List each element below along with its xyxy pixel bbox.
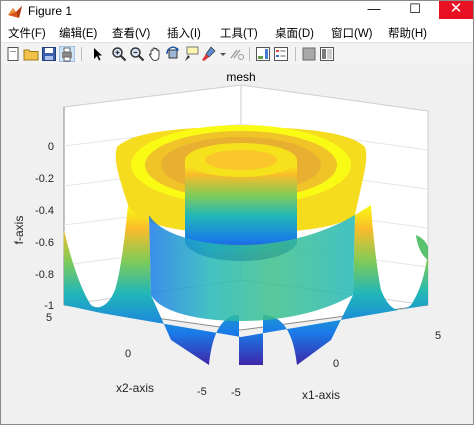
z-tick-label: -0.4	[35, 205, 54, 217]
open-file-icon[interactable]	[23, 46, 39, 62]
menu-file[interactable]: 文件(F)	[8, 25, 46, 41]
x1-axis-label: x1-axis	[302, 388, 340, 402]
new-figure-icon[interactable]	[5, 46, 21, 62]
edit-plot-arrow-icon[interactable]	[89, 46, 105, 62]
close-button[interactable]: ✕	[439, 1, 473, 19]
x1-tick-label: -5	[231, 387, 241, 399]
z-tick-label: -0.6	[35, 237, 54, 249]
z-axis-ticks: 0 -0.2 -0.4 -0.6 -0.8 -1	[35, 141, 54, 312]
figure-window: Figure 1 — ☐ ✕ 文件(F) 编辑(E) 查看(V) 插入(I) 工…	[0, 0, 474, 425]
hide-plot-tools-icon[interactable]	[301, 46, 317, 62]
x1-tick-label: 0	[333, 358, 339, 370]
menu-bar: 文件(F) 编辑(E) 查看(V) 插入(I) 工具(T) 桌面(D) 窗口(W…	[1, 23, 473, 43]
minimize-button[interactable]: —	[357, 1, 391, 19]
x2-tick-label: 5	[46, 312, 52, 324]
toolbar-separator	[249, 47, 250, 61]
data-cursor-icon[interactable]	[183, 46, 199, 62]
menu-tools[interactable]: 工具(T)	[220, 25, 258, 41]
toolbar-separator	[295, 47, 296, 61]
window-title: Figure 1	[28, 4, 73, 18]
print-icon[interactable]	[59, 46, 75, 62]
x1-tick-label: 5	[435, 330, 441, 342]
surface-plot[interactable]: mesh 0 -0.2 -0.4 -0.6 -0.8 -1 f-axis 5 0…	[1, 65, 473, 424]
z-tick-label: 0	[48, 141, 54, 153]
chart-title: mesh	[226, 70, 255, 84]
z-tick-label: -0.8	[35, 269, 54, 281]
z-axis-label: f-axis	[12, 216, 26, 245]
title-bar[interactable]: Figure 1 — ☐ ✕	[1, 1, 473, 23]
plot-area: mesh 0 -0.2 -0.4 -0.6 -0.8 -1 f-axis 5 0…	[1, 65, 473, 424]
x2-axis-label: x2-axis	[116, 381, 154, 395]
x2-tick-label: -5	[197, 386, 207, 398]
toolbar-separator	[81, 47, 82, 61]
zoom-out-icon[interactable]	[129, 46, 145, 62]
matlab-logo-icon	[8, 6, 22, 18]
figure-toolbar	[1, 43, 473, 66]
link-plot-icon[interactable]	[229, 46, 245, 62]
maximize-button[interactable]: ☐	[398, 1, 432, 19]
x2-tick-label: 0	[125, 348, 131, 360]
menu-window[interactable]: 窗口(W)	[331, 25, 373, 41]
menu-edit[interactable]: 编辑(E)	[59, 25, 97, 41]
insert-legend-icon[interactable]	[273, 46, 289, 62]
show-plot-tools-icon[interactable]	[319, 46, 335, 62]
save-icon[interactable]	[41, 46, 57, 62]
pan-hand-icon[interactable]	[147, 46, 163, 62]
menu-insert[interactable]: 插入(I)	[167, 25, 201, 41]
zoom-in-icon[interactable]	[111, 46, 127, 62]
rotate-3d-icon[interactable]	[165, 46, 181, 62]
menu-desktop[interactable]: 桌面(D)	[275, 25, 314, 41]
menu-help[interactable]: 帮助(H)	[388, 25, 427, 41]
z-tick-label: -1	[44, 300, 54, 312]
z-tick-label: -0.2	[35, 173, 54, 185]
menu-view[interactable]: 查看(V)	[112, 25, 150, 41]
insert-colorbar-icon[interactable]	[255, 46, 271, 62]
